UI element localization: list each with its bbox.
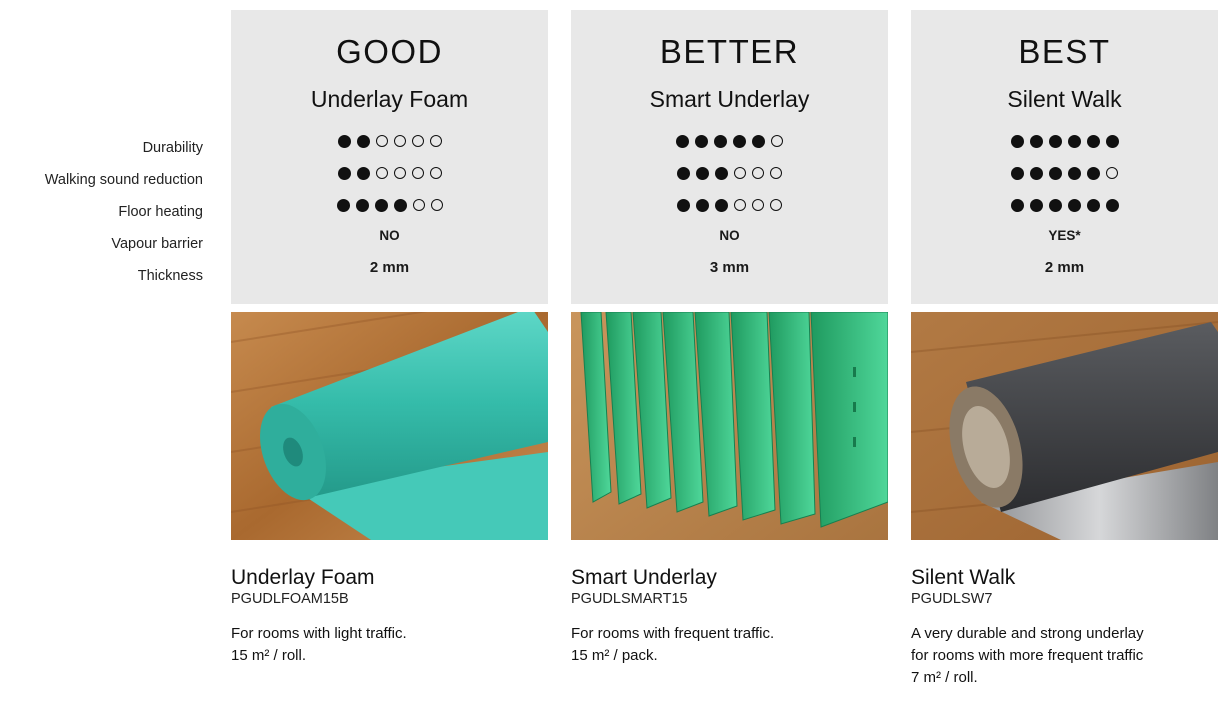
thickness-value: 3 mm xyxy=(709,259,750,276)
product-description: A very durable and strong underlay for r… xyxy=(911,625,1144,686)
tier-title: BEST xyxy=(1018,33,1111,70)
empty-dot-icon xyxy=(412,199,425,211)
tier-card: BETTER Smart Underlay NO 3 mm xyxy=(571,10,888,304)
product-code: PGUDLSW7 xyxy=(911,591,993,607)
thickness-value: 2 mm xyxy=(369,259,410,276)
empty-dot-icon xyxy=(1106,167,1118,179)
filled-dot-icon xyxy=(356,166,370,180)
tier-product-name: Underlay Foam xyxy=(310,86,469,112)
product-description: For rooms with frequent traffic. 15 m² /… xyxy=(571,625,775,664)
filled-dot-icon xyxy=(1011,166,1024,180)
thickness-value: 2 mm xyxy=(1044,259,1085,276)
filled-dot-icon xyxy=(1048,198,1062,212)
product-code: PGUDLFOAM15B xyxy=(231,591,349,607)
filled-dot-icon xyxy=(1029,198,1043,212)
durability-rating xyxy=(571,130,888,162)
label-durability: Durability xyxy=(142,140,203,156)
empty-dot-icon xyxy=(411,135,424,147)
empty-dot-icon xyxy=(393,135,406,147)
filled-dot-icon xyxy=(336,198,350,212)
product-column-better: BETTER Smart Underlay NO 3 mm Smart Unde… xyxy=(571,10,888,667)
vapour-value: NO xyxy=(379,228,400,243)
heating-rating xyxy=(231,194,548,226)
filled-dot-icon xyxy=(1068,166,1081,180)
filled-dot-icon xyxy=(1029,134,1043,148)
empty-dot-icon xyxy=(770,199,782,211)
filled-dot-icon xyxy=(374,198,388,212)
sound-rating xyxy=(231,162,548,194)
label-floor-heating: Floor heating xyxy=(118,204,203,220)
filled-dot-icon xyxy=(1067,134,1081,148)
durability-rating xyxy=(231,130,548,162)
empty-dot-icon xyxy=(752,167,764,179)
empty-dot-icon xyxy=(752,199,764,211)
tier-title: GOOD xyxy=(336,33,443,70)
smart-underlay-photo xyxy=(571,312,888,540)
label-vapour-barrier: Vapour barrier xyxy=(111,236,203,252)
product-name: Silent Walk xyxy=(911,566,1016,589)
filled-dot-icon xyxy=(1105,134,1119,148)
filled-dot-icon xyxy=(677,198,690,212)
filled-dot-icon xyxy=(676,134,689,148)
filled-dot-icon xyxy=(696,198,709,212)
filled-dot-icon xyxy=(1086,134,1100,148)
empty-dot-icon xyxy=(429,167,442,179)
empty-dot-icon xyxy=(770,167,782,179)
empty-dot-icon xyxy=(734,167,746,179)
filled-dot-icon xyxy=(695,134,708,148)
product-description: For rooms with light traffic. 15 m² / ro… xyxy=(231,625,407,664)
label-walking-sound: Walking sound reduction xyxy=(44,172,203,188)
heating-rating xyxy=(571,194,888,226)
filled-dot-icon xyxy=(714,134,727,148)
tier-product-name: Smart Underlay xyxy=(649,86,810,112)
sound-rating xyxy=(571,162,888,194)
product-name: Underlay Foam xyxy=(231,566,375,589)
vapour-value: YES* xyxy=(1048,228,1081,243)
vapour-value: NO xyxy=(719,228,740,243)
filled-dot-icon xyxy=(752,134,765,148)
underlay-foam-photo xyxy=(231,312,548,540)
empty-dot-icon xyxy=(411,167,424,179)
filled-dot-icon xyxy=(1030,166,1043,180)
product-name: Smart Underlay xyxy=(571,566,717,589)
tier-card: GOOD Underlay Foam NO 2 mm xyxy=(231,10,548,304)
heating-rating xyxy=(911,194,1218,226)
empty-dot-icon xyxy=(393,167,406,179)
product-code: PGUDLSMART15 xyxy=(571,591,688,607)
filled-dot-icon xyxy=(1086,198,1100,212)
filled-dot-icon xyxy=(1048,134,1062,148)
empty-dot-icon xyxy=(430,199,443,211)
filled-dot-icon xyxy=(1010,198,1024,212)
empty-dot-icon xyxy=(771,135,783,147)
filled-dot-icon xyxy=(1087,166,1100,180)
filled-dot-icon xyxy=(337,166,351,180)
empty-dot-icon xyxy=(429,135,442,147)
filled-dot-icon xyxy=(715,198,728,212)
filled-dot-icon xyxy=(1105,198,1119,212)
filled-dot-icon xyxy=(733,134,746,148)
filled-dot-icon xyxy=(356,134,370,148)
product-column-best: BEST Silent Walk YES* 2 mm Silent Walk P… xyxy=(911,10,1218,689)
filled-dot-icon xyxy=(1010,134,1024,148)
label-thickness: Thickness xyxy=(137,268,203,284)
product-column-good: GOOD Underlay Foam NO 2 mm Underlay Foam… xyxy=(231,10,548,667)
tier-product-name: Silent Walk xyxy=(1007,86,1122,112)
empty-dot-icon xyxy=(734,199,746,211)
sound-rating xyxy=(911,162,1218,194)
tier-title: BETTER xyxy=(659,33,800,70)
filled-dot-icon xyxy=(715,166,728,180)
silent-walk-photo xyxy=(911,312,1218,540)
filled-dot-icon xyxy=(355,198,369,212)
filled-dot-icon xyxy=(337,134,351,148)
durability-rating xyxy=(911,130,1218,162)
empty-dot-icon xyxy=(375,167,388,179)
row-labels: Durability Walking sound reduction Floor… xyxy=(0,138,203,298)
filled-dot-icon xyxy=(1067,198,1081,212)
filled-dot-icon xyxy=(696,166,709,180)
empty-dot-icon xyxy=(375,135,388,147)
filled-dot-icon xyxy=(677,166,690,180)
filled-dot-icon xyxy=(1049,166,1062,180)
filled-dot-icon xyxy=(393,198,407,212)
tier-card: BEST Silent Walk YES* 2 mm xyxy=(911,10,1218,304)
